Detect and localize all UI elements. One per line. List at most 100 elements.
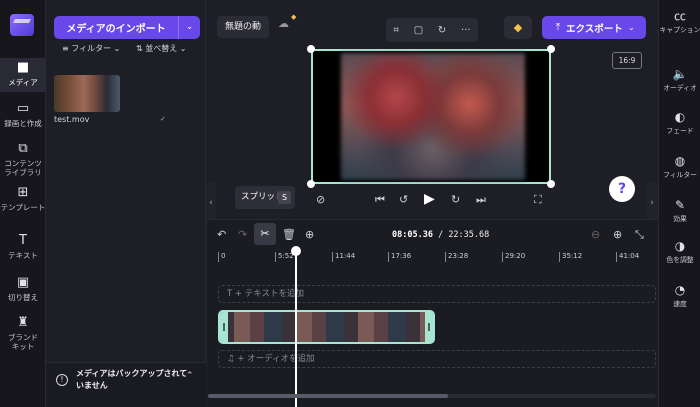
scrollbar-thumb[interactable] bbox=[208, 394, 448, 398]
crop-icon[interactable]: ⌗ bbox=[393, 25, 399, 36]
playhead[interactable] bbox=[291, 246, 301, 407]
timecode: 08:05.36 / 22:35.68 bbox=[392, 230, 490, 240]
fit-icon[interactable]: ▢ bbox=[414, 25, 423, 36]
preview-toolbar: ⌗ ▢ ↻ ··· bbox=[386, 18, 478, 42]
filter-icon: ≡ bbox=[62, 44, 72, 53]
split-button[interactable]: ✂ bbox=[254, 223, 276, 245]
ruler-label: 11:44 bbox=[332, 252, 355, 262]
aspect-ratio-button[interactable]: 16:9 bbox=[612, 52, 642, 69]
more-icon[interactable]: ··· bbox=[461, 25, 471, 36]
rewind-5-icon[interactable]: ↺ bbox=[399, 193, 408, 206]
backup-notice: ! メディアはバックアップされていません ⌃ bbox=[46, 362, 206, 407]
resize-handle[interactable] bbox=[547, 45, 555, 53]
ruler-label: 0 bbox=[218, 252, 225, 262]
rail-item-speed[interactable]: ◔ 速度 bbox=[659, 283, 700, 309]
captions-icon: ㏄ bbox=[673, 9, 686, 23]
shortcut-key: S bbox=[278, 191, 291, 204]
resize-handle[interactable] bbox=[307, 180, 315, 188]
scissors-icon: ✂ bbox=[260, 227, 270, 240]
transitions-icon: ▣ bbox=[16, 275, 30, 290]
help-button[interactable]: ? bbox=[609, 176, 635, 202]
export-button[interactable]: ⤒ エクスポート ⌄ bbox=[542, 16, 646, 39]
rail-item-content-library[interactable]: ⧉ コンテンツ ライブラリ bbox=[0, 141, 46, 178]
cloud-off-icon[interactable]: ☁ bbox=[278, 17, 289, 30]
trim-handle-right[interactable]: ‖ bbox=[425, 312, 433, 342]
content-library-icon: ⧉ bbox=[18, 141, 28, 156]
resize-handle[interactable] bbox=[307, 45, 315, 53]
text-icon: T bbox=[227, 289, 235, 299]
upload-icon: ⤒ bbox=[555, 22, 561, 33]
premium-button[interactable]: ◆ bbox=[504, 16, 532, 39]
checkmark-icon: ✓ bbox=[160, 115, 166, 123]
media-file-name: test.mov bbox=[54, 115, 90, 124]
ruler-label: 35:12 bbox=[559, 252, 582, 262]
rail-item-adjust-colors[interactable]: ◑ 色を調整 bbox=[659, 240, 700, 265]
redo-icon[interactable]: ↷ bbox=[238, 228, 247, 241]
time-ruler[interactable]: 0 5:52 11:44 17:36 23:28 29:20 35:12 41:… bbox=[216, 252, 656, 264]
import-media-button[interactable]: メディアのインポート ⌄ bbox=[54, 16, 200, 39]
rail-item-audio[interactable]: 🔈 オーディオ bbox=[659, 68, 700, 93]
camera-off-icon[interactable]: ⊘ bbox=[316, 193, 325, 206]
rotate-icon[interactable]: ↻ bbox=[438, 25, 446, 36]
filter-button[interactable]: ≡ フィルター ⌄ bbox=[62, 44, 120, 54]
video-frame bbox=[341, 53, 525, 180]
fullscreen-icon[interactable]: ⛶ bbox=[534, 193, 542, 207]
rail-item-record[interactable]: ▭ 録画と作成 bbox=[0, 101, 46, 129]
sort-icon: ⇅ bbox=[136, 44, 146, 53]
speed-icon: ◔ bbox=[674, 283, 686, 297]
zoom-in-icon[interactable]: ⊕ bbox=[613, 228, 622, 241]
fit-timeline-icon[interactable]: ⤡ bbox=[635, 228, 644, 242]
ruler-label: 41:04 bbox=[616, 252, 639, 262]
backup-text: メディアはバックアップされていません bbox=[76, 369, 188, 390]
chevron-down-icon: ⌄ bbox=[628, 23, 635, 32]
media-thumbnail[interactable] bbox=[54, 75, 120, 112]
app-logo-icon bbox=[10, 14, 34, 36]
trim-handle-left[interactable]: ‖ bbox=[220, 312, 228, 342]
ruler-label: 17:36 bbox=[388, 252, 411, 262]
collapse-right-panel-button[interactable]: › bbox=[647, 183, 657, 223]
ruler-label: 29:20 bbox=[502, 252, 525, 262]
templates-icon: ⊞ bbox=[17, 185, 29, 200]
left-rail: ■ メディア ▭ 録画と作成 ⧉ コンテンツ ライブラリ ⊞ テンプレート T … bbox=[0, 0, 46, 407]
rail-item-media[interactable]: ■ メディア bbox=[0, 58, 46, 92]
audio-track[interactable]: ♫ + オーディオを追加 bbox=[218, 350, 656, 368]
delete-icon[interactable]: 🗑 bbox=[282, 228, 296, 241]
rail-item-filters[interactable]: ◍ フィルター bbox=[659, 154, 700, 180]
collapse-left-panel-button[interactable]: ‹ bbox=[206, 183, 216, 223]
rail-item-templates[interactable]: ⊞ テンプレート bbox=[0, 185, 46, 213]
text-icon: T bbox=[19, 233, 27, 248]
split-tooltip: スプリット S bbox=[235, 186, 295, 209]
timeline-scrollbar[interactable] bbox=[208, 394, 656, 398]
chevron-up-icon[interactable]: ⌃ bbox=[186, 371, 194, 381]
project-name-field[interactable]: 無題の動 bbox=[217, 16, 269, 38]
ruler-label: 23:28 bbox=[445, 252, 468, 262]
rail-item-transitions[interactable]: ▣ 切り替え bbox=[0, 275, 46, 303]
rail-item-text[interactable]: T テキスト bbox=[0, 233, 46, 261]
video-editor: ■ メディア ▭ 録画と作成 ⧉ コンテンツ ライブラリ ⊞ テンプレート T … bbox=[0, 0, 700, 407]
rail-item-brand-kit[interactable]: ♜ ブランド キット bbox=[0, 315, 46, 352]
rail-item-captions[interactable]: ㏄ キャプション bbox=[659, 9, 700, 35]
undo-icon[interactable]: ↶ bbox=[217, 228, 226, 241]
chevron-down-icon[interactable]: ⌄ bbox=[178, 16, 200, 39]
media-panel: メディアのインポート ⌄ ≡ フィルター ⌄ ⇅ 並べ替え ⌄ test.mov… bbox=[46, 0, 206, 407]
sort-button[interactable]: ⇅ 並べ替え ⌄ bbox=[136, 44, 187, 54]
video-clip[interactable]: ‖ ‖ bbox=[218, 310, 435, 344]
text-track[interactable]: T + テキストを追加 bbox=[218, 285, 656, 303]
zoom-out-icon[interactable]: ⊖ bbox=[591, 228, 600, 241]
rail-item-effects[interactable]: ✎ 効果 bbox=[659, 198, 700, 224]
premium-gem-icon: ◆ bbox=[291, 13, 297, 21]
video-camera-icon: ▭ bbox=[16, 101, 30, 116]
video-preview[interactable] bbox=[311, 49, 551, 184]
play-icon[interactable]: ▶ bbox=[424, 191, 435, 207]
info-icon: ! bbox=[56, 374, 68, 386]
add-media-icon[interactable]: ⊕ bbox=[305, 228, 314, 241]
fade-icon: ◐ bbox=[674, 110, 686, 124]
filters-icon: ◍ bbox=[674, 154, 686, 168]
skip-forward-icon[interactable]: ⏭ bbox=[476, 193, 486, 207]
brand-kit-icon: ♜ bbox=[17, 315, 29, 330]
skip-back-icon[interactable]: ⏮ bbox=[375, 193, 385, 207]
resize-handle[interactable] bbox=[547, 180, 555, 188]
effects-icon: ✎ bbox=[674, 198, 686, 212]
rail-item-fade[interactable]: ◐ フェード bbox=[659, 110, 700, 136]
forward-5-icon[interactable]: ↻ bbox=[451, 193, 460, 206]
